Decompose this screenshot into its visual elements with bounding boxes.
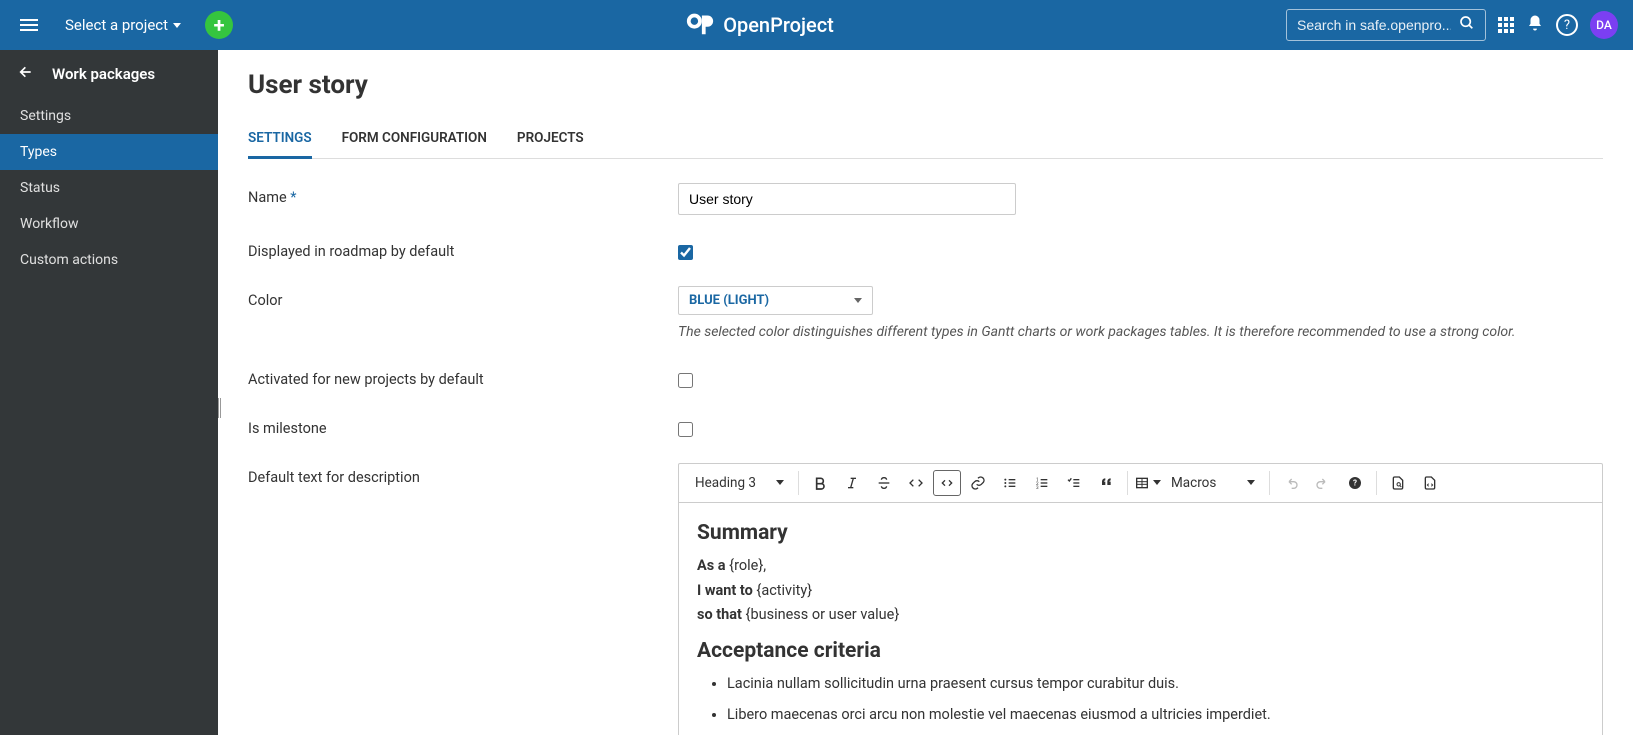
chevron-down-icon bbox=[776, 480, 784, 485]
chevron-down-icon bbox=[854, 298, 862, 303]
list-item: Libero maecenas orci arcu non molestie v… bbox=[727, 704, 1584, 726]
activated-checkbox[interactable] bbox=[678, 373, 693, 388]
sidebar-item-custom-actions[interactable]: Custom actions bbox=[0, 242, 218, 278]
rich-text-editor: Heading 3 123 bbox=[678, 463, 1603, 735]
italic-button[interactable] bbox=[837, 468, 867, 498]
notifications-icon[interactable] bbox=[1526, 14, 1544, 36]
tabs: SETTINGS FORM CONFIGURATION PROJECTS bbox=[248, 120, 1603, 159]
logo[interactable]: OpenProject bbox=[233, 8, 1286, 43]
preview-button[interactable] bbox=[1383, 468, 1413, 498]
main-content: User story SETTINGS FORM CONFIGURATION P… bbox=[218, 50, 1633, 735]
editor-content-area[interactable]: Summary As a {role}, I want to {activity… bbox=[679, 503, 1602, 735]
sidebar-item-workflow[interactable]: Workflow bbox=[0, 206, 218, 242]
add-button[interactable]: + bbox=[205, 11, 233, 39]
code-button[interactable] bbox=[901, 468, 931, 498]
search-box[interactable] bbox=[1286, 9, 1486, 41]
sidebar-item-types[interactable]: Types bbox=[0, 134, 218, 170]
milestone-checkbox[interactable] bbox=[678, 422, 693, 437]
acceptance-criteria-list: Lacinia nullam sollicitudin urna praesen… bbox=[697, 673, 1584, 735]
color-hint: The selected color distinguishes differe… bbox=[678, 323, 1548, 343]
color-label: Color bbox=[248, 286, 678, 309]
sidebar-header: Work packages bbox=[0, 50, 218, 98]
user-avatar[interactable]: DA bbox=[1590, 11, 1618, 39]
hamburger-menu-icon[interactable] bbox=[15, 14, 43, 36]
back-arrow-icon[interactable] bbox=[18, 64, 34, 84]
code-block-button[interactable] bbox=[933, 470, 961, 496]
undo-button[interactable] bbox=[1276, 468, 1306, 498]
svg-text:?: ? bbox=[1353, 478, 1357, 487]
summary-heading: Summary bbox=[697, 517, 1584, 550]
acceptance-heading: Acceptance criteria bbox=[697, 635, 1584, 668]
project-selector-label: Select a project bbox=[65, 16, 168, 34]
source-button[interactable] bbox=[1415, 468, 1445, 498]
roadmap-checkbox[interactable] bbox=[678, 245, 693, 260]
sidebar-resize-handle[interactable] bbox=[215, 393, 221, 423]
editor-toolbar: Heading 3 123 bbox=[679, 464, 1602, 503]
bullet-list-button[interactable] bbox=[995, 468, 1025, 498]
svg-text:3: 3 bbox=[1036, 485, 1039, 491]
link-button[interactable] bbox=[963, 468, 993, 498]
sidebar-item-settings[interactable]: Settings bbox=[0, 98, 218, 134]
logo-text: OpenProject bbox=[723, 13, 834, 37]
quote-button[interactable] bbox=[1091, 468, 1121, 498]
name-input[interactable] bbox=[678, 183, 1016, 215]
color-select[interactable]: BLUE (LIGHT) bbox=[678, 286, 873, 315]
openproject-logo-icon bbox=[685, 8, 715, 43]
strikethrough-button[interactable] bbox=[869, 468, 899, 498]
sidebar-item-status[interactable]: Status bbox=[0, 170, 218, 206]
chevron-down-icon bbox=[1247, 480, 1255, 485]
tab-form-configuration[interactable]: FORM CONFIGURATION bbox=[342, 120, 487, 158]
search-icon bbox=[1459, 15, 1475, 35]
activated-label: Activated for new projects by default bbox=[248, 365, 678, 388]
chevron-down-icon bbox=[1153, 480, 1161, 485]
milestone-label: Is milestone bbox=[248, 414, 678, 437]
sidebar-title: Work packages bbox=[52, 65, 155, 83]
sidebar: Work packages Settings Types Status Work… bbox=[0, 50, 218, 735]
help-icon[interactable]: ? bbox=[1556, 14, 1578, 36]
macros-dropdown[interactable]: Macros bbox=[1163, 470, 1263, 496]
apps-grid-icon[interactable] bbox=[1498, 17, 1514, 33]
redo-button[interactable] bbox=[1308, 468, 1338, 498]
topbar: Select a project + OpenProject ? DA bbox=[0, 0, 1633, 50]
description-label: Default text for description bbox=[248, 463, 678, 486]
color-select-value: BLUE (LIGHT) bbox=[689, 293, 769, 308]
list-item: Lacinia nullam sollicitudin urna praesen… bbox=[727, 673, 1584, 695]
page-title: User story bbox=[248, 70, 1603, 100]
project-selector[interactable]: Select a project bbox=[65, 16, 181, 34]
heading-dropdown[interactable]: Heading 3 bbox=[687, 470, 792, 496]
name-label: Name * bbox=[248, 183, 678, 206]
numbered-list-button[interactable]: 123 bbox=[1027, 468, 1057, 498]
task-list-button[interactable] bbox=[1059, 468, 1089, 498]
editor-help-button[interactable]: ? bbox=[1340, 468, 1370, 498]
search-input[interactable] bbox=[1297, 17, 1451, 33]
chevron-down-icon bbox=[173, 23, 181, 28]
table-button[interactable] bbox=[1134, 468, 1161, 498]
roadmap-label: Displayed in roadmap by default bbox=[248, 237, 678, 260]
tab-settings[interactable]: SETTINGS bbox=[248, 120, 312, 159]
bold-button[interactable] bbox=[805, 468, 835, 498]
tab-projects[interactable]: PROJECTS bbox=[517, 120, 584, 158]
